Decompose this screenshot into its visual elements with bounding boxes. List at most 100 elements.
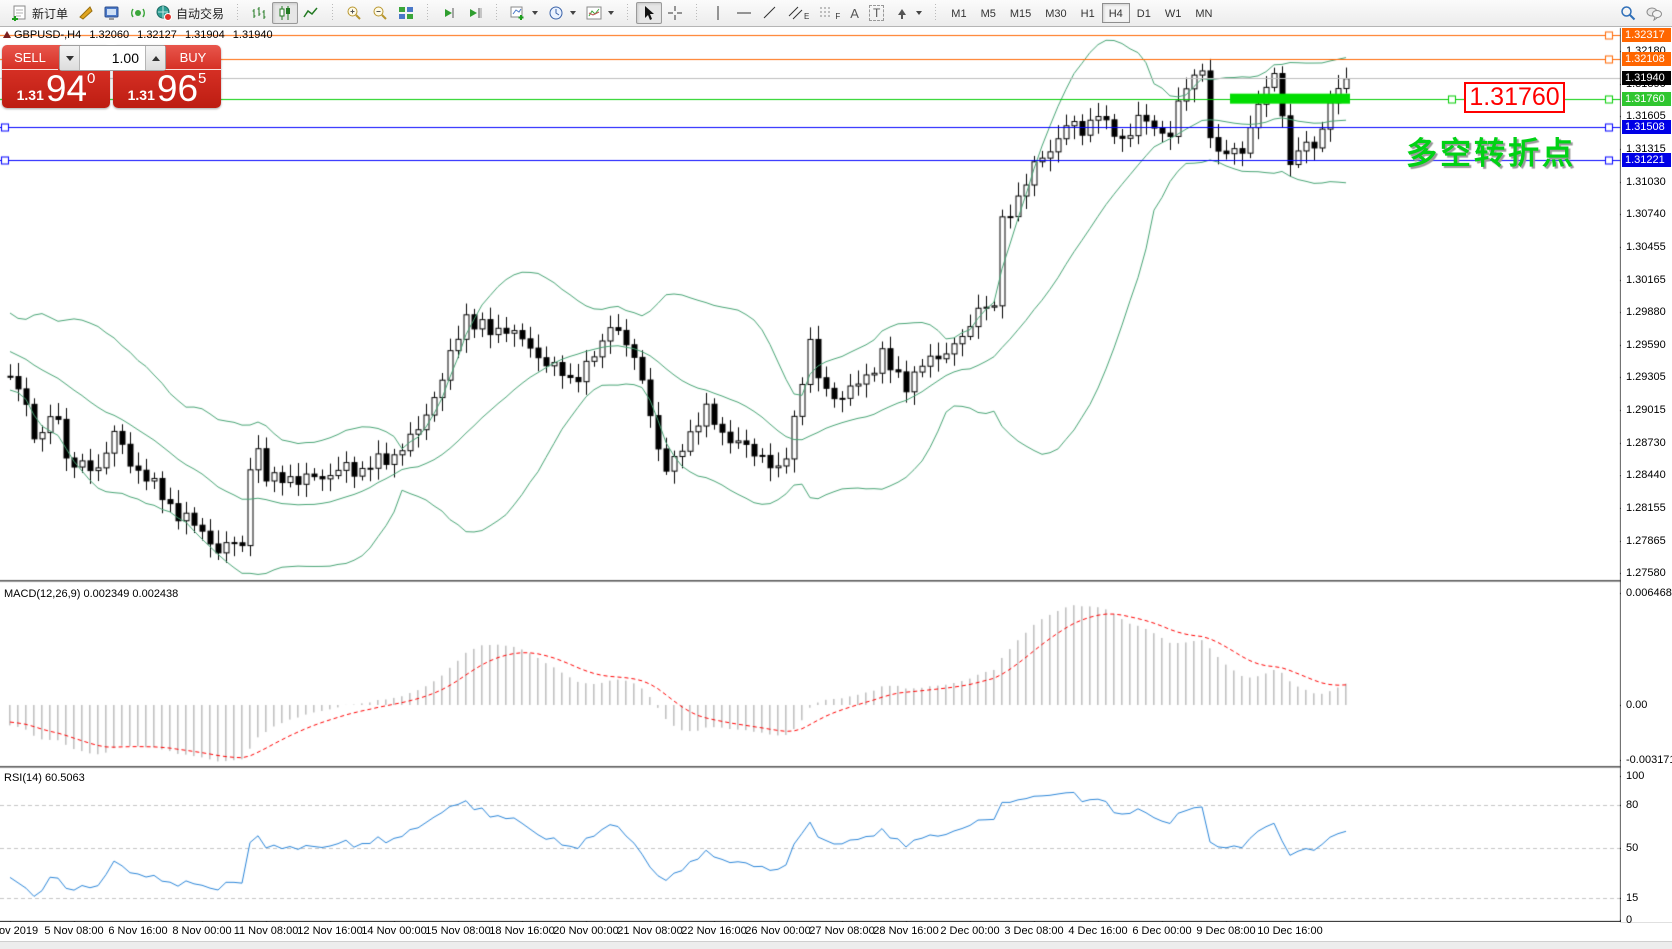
time-label: 22 Nov 16:00 — [681, 925, 746, 937]
chart-type-group — [243, 0, 327, 26]
zoom-in-button[interactable] — [341, 2, 367, 24]
new-chart-dropdown[interactable] — [505, 2, 543, 24]
price-tick-label: 1.29880 — [1626, 306, 1666, 318]
new-order-label: 新订单 — [32, 5, 68, 22]
tab-w1[interactable]: W1 — [1158, 3, 1189, 23]
subwindow-marker-icon — [3, 31, 11, 38]
time-label: 11 Nov 08:00 — [234, 925, 299, 937]
text-button[interactable]: A — [845, 2, 864, 24]
horizontal-line-icon — [736, 5, 752, 21]
time-axis[interactable]: 4 Nov 20195 Nov 08:006 Nov 16:008 Nov 00… — [0, 922, 1620, 941]
price-level-box[interactable]: 1.31760 — [1464, 82, 1565, 113]
sell-price-sup: 0 — [87, 73, 95, 85]
volume-decrease-button[interactable] — [60, 46, 80, 70]
time-label: 5 Nov 08:00 — [44, 925, 103, 937]
price-tick-label: 1.28730 — [1626, 437, 1666, 449]
autotrade-icon — [156, 5, 172, 21]
fibonacci-button[interactable]: F — [814, 2, 845, 24]
time-label: 2 Dec 00:00 — [940, 925, 999, 937]
shift-group — [433, 0, 491, 26]
auto-scroll-button[interactable] — [436, 2, 462, 24]
triangle-up-icon — [152, 56, 160, 61]
indicator-label: MACD(12,26,9) 0.002349 0.002438 — [4, 588, 178, 600]
time-label: 6 Dec 00:00 — [1132, 925, 1191, 937]
toolbar-grip — [625, 4, 630, 22]
tile-windows-button[interactable] — [393, 2, 419, 24]
auto-scroll-icon — [441, 5, 457, 21]
tab-m5[interactable]: M5 — [974, 3, 1003, 23]
tab-d1[interactable]: D1 — [1130, 3, 1158, 23]
sell-button[interactable]: SELL — [2, 45, 58, 70]
volume-increase-button[interactable] — [145, 46, 165, 70]
new-order-icon — [12, 5, 28, 21]
chevron-down-icon — [532, 11, 538, 15]
cursor-button[interactable] — [636, 2, 662, 24]
crosshair-button[interactable] — [662, 2, 688, 24]
monitor-icon — [104, 5, 120, 21]
chart-title: GBPUSD-,H4 1.32060 1.32127 1.31904 1.319… — [14, 29, 278, 41]
equidistant-channel-button[interactable]: E — [783, 2, 814, 24]
time-label: 26 Nov 00:00 — [745, 925, 810, 937]
line-chart-icon — [303, 5, 319, 21]
trendline-button[interactable] — [757, 2, 783, 24]
indicator-label: RSI(14) 60.5063 — [4, 772, 85, 784]
time-label: 8 Nov 00:00 — [172, 925, 231, 937]
label-tool-glyph: T — [869, 5, 884, 21]
chart-note-text[interactable]: 多空转折点 — [1406, 128, 1576, 173]
indicators-icon — [586, 5, 602, 21]
autotrade-label: 自动交易 — [176, 5, 224, 22]
price-tick-label: 1.30165 — [1626, 274, 1666, 286]
buy-button[interactable]: BUY — [165, 45, 221, 70]
time-label: 4 Nov 2019 — [0, 925, 38, 937]
price-tick-label: 1.27580 — [1626, 567, 1666, 579]
candlestick-chart-button[interactable] — [272, 2, 298, 24]
objects-group: E F A T — [702, 0, 930, 26]
rsi-axis-label: 80 — [1626, 799, 1638, 811]
vertical-line-button[interactable] — [705, 2, 731, 24]
price-tick-label: 1.31030 — [1626, 176, 1666, 188]
fibonacci-glyph: F — [835, 12, 840, 21]
tab-m1[interactable]: M1 — [944, 3, 973, 23]
chart-shift-button[interactable] — [462, 2, 488, 24]
autotrade-button[interactable]: 自动交易 — [151, 2, 229, 24]
line-chart-button[interactable] — [298, 2, 324, 24]
channel-icon — [788, 5, 804, 21]
tab-h1[interactable]: H1 — [1074, 3, 1102, 23]
chevron-down-icon — [570, 11, 576, 15]
chart-high: 1.32127 — [137, 29, 177, 41]
search-icon[interactable] — [1620, 5, 1636, 21]
tab-m15[interactable]: M15 — [1003, 3, 1038, 23]
buy-price-small: 1.31 — [128, 85, 155, 105]
chat-icon[interactable] — [1646, 5, 1662, 21]
time-label: 27 Nov 08:00 — [809, 925, 874, 937]
trade-group: 新订单 自动交易 — [4, 0, 232, 26]
tab-mn[interactable]: MN — [1188, 3, 1219, 23]
horizontal-line-button[interactable] — [731, 2, 757, 24]
period-dropdown[interactable] — [543, 2, 581, 24]
tab-m30[interactable]: M30 — [1038, 3, 1073, 23]
price-tick-label: 1.29590 — [1626, 339, 1666, 351]
price-axis[interactable]: 1.321801.318901.316051.313151.310301.307… — [1621, 28, 1672, 922]
indicators-dropdown[interactable] — [581, 2, 619, 24]
text-label-button[interactable]: T — [864, 2, 889, 24]
tab-h4[interactable]: H4 — [1102, 3, 1130, 23]
arrows-dropdown[interactable] — [889, 2, 927, 24]
price-badge: 1.32317 — [1622, 28, 1671, 42]
clock-icon — [548, 5, 564, 21]
arrow-objects-icon — [894, 5, 910, 21]
news-button[interactable] — [125, 2, 151, 24]
bar-chart-icon — [251, 5, 267, 21]
profiles-button[interactable] — [73, 2, 99, 24]
terminal-button[interactable] — [99, 2, 125, 24]
price-badge: 1.31508 — [1622, 120, 1671, 134]
volume-input[interactable]: 1.00 — [80, 46, 145, 70]
yellow-wedge-icon — [78, 5, 94, 21]
price-tick-label: 1.30455 — [1626, 241, 1666, 253]
new-order-button[interactable]: 新订单 — [7, 2, 73, 24]
time-label: 4 Dec 16:00 — [1068, 925, 1127, 937]
dropdown-group — [502, 0, 622, 26]
cursor-arrow-icon — [641, 5, 657, 21]
bar-chart-button[interactable] — [246, 2, 272, 24]
zoom-out-button[interactable] — [367, 2, 393, 24]
macd-axis-label: 0.00 — [1626, 699, 1647, 711]
